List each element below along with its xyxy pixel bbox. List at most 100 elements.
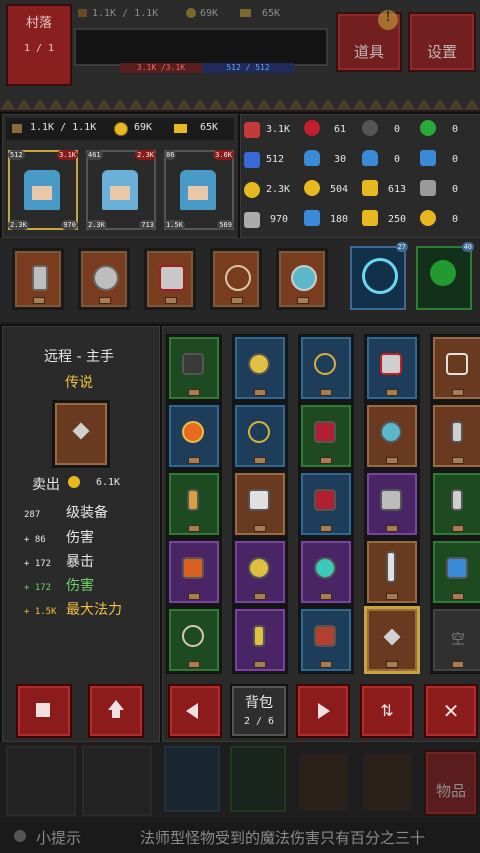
next-page-button[interactable] [296,684,350,738]
stat-line-crit: + 172 暴击 [24,554,94,570]
coin-icon [304,180,320,196]
hero-card-3[interactable]: 86 3.6K 1.5K 569 [164,150,234,230]
inventory-item[interactable] [430,538,480,606]
party-gold: 69K [134,122,153,133]
inventory-item[interactable] [364,402,420,470]
inventory-item[interactable] [232,334,288,402]
inventory-item[interactable] [364,538,420,606]
mana-potion-icon [362,150,378,166]
village-tab[interactable]: 村落 1 / 1 [6,4,72,86]
equip-slot-armor[interactable] [144,248,196,310]
hero-card-2[interactable]: 461 2.3K 2.3K 713 [86,150,156,230]
staff-icon [253,625,265,647]
hero-card-mini-1[interactable] [6,746,76,816]
inventory-item[interactable] [430,402,480,470]
inventory-item[interactable] [298,402,354,470]
arrow-up-icon [108,700,124,710]
green-spirit-icon [430,260,456,286]
book-icon [314,421,336,443]
inventory-item[interactable] [232,402,288,470]
close-icon: ✕ [442,699,460,723]
inventory-item[interactable] [298,606,354,674]
sort-button[interactable]: ⇅ [360,684,414,738]
slot-mini-2[interactable] [362,752,412,812]
arrow-left-icon [186,703,198,719]
top-food-stat: 1.1K / 1.1K [78,8,158,19]
cape-icon [182,557,204,579]
items-tab-button[interactable]: 物品 [424,750,478,816]
stat-yellow-heart: 0 [452,214,459,225]
prev-page-button[interactable] [168,684,222,738]
inventory-empty-slot[interactable]: 空 [430,606,480,674]
rod-icon [32,265,48,291]
pet-slot-1[interactable]: 27 [350,242,408,310]
ring-icon [314,557,336,579]
stat-gold-cross: 613 [388,184,407,195]
trash-button[interactable] [16,684,72,738]
settings-button[interactable]: 设置 [408,12,476,72]
inventory-item[interactable] [166,470,222,538]
sell-price: 6.1K [96,477,121,488]
hero-card-mini-2[interactable] [82,746,152,816]
orb-icon [182,421,204,443]
inventory-item[interactable] [430,334,480,402]
inventory-item[interactable] [298,538,354,606]
blue-gem-icon [304,210,320,226]
mp-bar: 512 / 512 [202,63,294,73]
hammer-icon [451,489,463,511]
slot-mini-1[interactable] [298,752,348,812]
inventory-item-selected[interactable] [364,606,420,674]
hero-face [32,186,52,200]
equip-up-button[interactable] [88,684,144,738]
heart-plus-icon [304,120,320,136]
max-mp-icon [244,152,260,168]
ring-icon [291,265,317,291]
glove-icon [314,625,336,647]
inventory-item[interactable] [166,538,222,606]
necklace-icon [248,421,270,443]
inventory-item[interactable] [298,470,354,538]
question-icon [362,120,378,136]
item-slot-type: 远程 - 主手 [44,349,114,365]
shield-icon [93,265,119,291]
stat-blue-cross: 0 [452,154,459,165]
bow-icon [446,353,468,375]
stat-shield: 0 [452,184,459,195]
inventory-item[interactable] [166,334,222,402]
stat-max-hp: 3.1K [266,124,291,135]
inventory-item[interactable] [430,470,480,538]
necklace-icon [225,265,251,291]
shield-icon [420,180,436,196]
inventory-item[interactable] [166,402,222,470]
party-food: 1.1K / 1.1K [30,122,97,133]
spear-icon [451,421,463,443]
equip-slot-ring[interactable] [276,248,328,310]
armor-icon [159,265,185,291]
spike-divider [0,96,480,110]
close-button[interactable]: ✕ [424,684,478,738]
stat-mp-potion-2: 0 [394,154,401,165]
crown-icon [240,9,251,17]
coin-icon [68,476,80,488]
hero-card-1[interactable]: 512 3.1K 2.3K 970 [8,150,78,230]
inventory-item[interactable] [298,334,354,402]
tip-text: 法师型怪物受到的魔法伤害只有百分之三十 [140,829,426,847]
equip-slot-weapon[interactable] [12,248,64,310]
stat-defense: 970 [270,214,289,225]
stat-mp-potion: 30 [334,154,347,165]
sell-label: 卖出 [32,477,60,493]
inventory-item[interactable] [166,606,222,674]
inventory-item[interactable] [364,334,420,402]
inventory-item[interactable] [364,470,420,538]
inventory-item[interactable] [232,470,288,538]
equip-slot-necklace[interactable] [210,248,262,310]
stat-line-level: 287 级装备 [24,505,108,521]
stat-coin: 504 [330,184,349,195]
pet-mini-1[interactable] [164,746,220,812]
pet-slot-2[interactable]: 40 [416,242,474,310]
inventory-item[interactable] [232,538,288,606]
food-icon [78,9,87,17]
inventory-item[interactable] [232,606,288,674]
pet-mini-2[interactable] [230,746,286,812]
equip-slot-shield[interactable] [78,248,130,310]
